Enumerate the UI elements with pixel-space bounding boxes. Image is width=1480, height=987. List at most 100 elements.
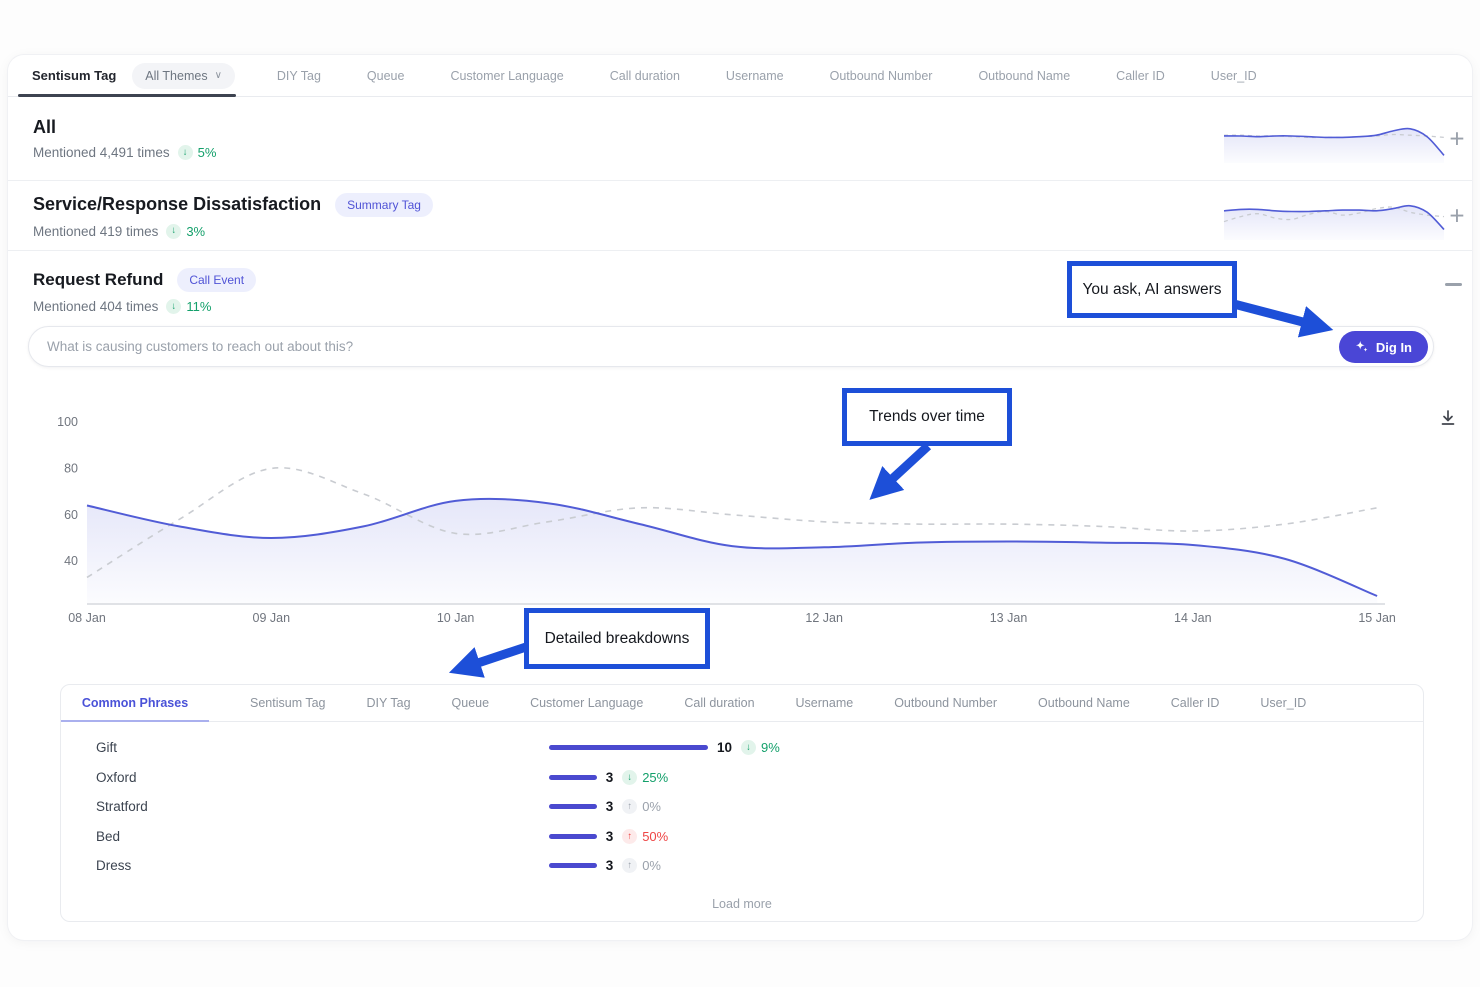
breakdown-tab-customer-language[interactable]: Customer Language bbox=[530, 696, 643, 710]
breakdown-tab-queue[interactable]: Queue bbox=[452, 696, 490, 710]
tag-row-service-response-dissatisfaction[interactable]: Service/Response Dissatisfaction Summary … bbox=[8, 181, 1472, 251]
trend-up-icon: ↑ bbox=[622, 829, 637, 844]
collapse-row-button[interactable] bbox=[1445, 283, 1462, 286]
svg-text:15 Jan: 15 Jan bbox=[1358, 611, 1396, 625]
trend-down-icon: ↓ bbox=[178, 145, 193, 160]
change-chip: ↓ 5% bbox=[178, 145, 217, 160]
trend-up-icon: ↑ bbox=[622, 799, 637, 814]
phrase-count-bar bbox=[549, 804, 597, 809]
change-value: 9% bbox=[761, 740, 780, 755]
tag-row-all[interactable]: All Mentioned 4,491 times ↓ 5% + bbox=[8, 97, 1472, 181]
all-themes-label: All Themes bbox=[145, 69, 207, 83]
mentions-count: Mentioned 419 times bbox=[33, 224, 158, 239]
svg-text:40: 40 bbox=[64, 554, 78, 568]
trend-down-icon: ↓ bbox=[166, 299, 181, 314]
tab-user-id[interactable]: User_ID bbox=[1211, 69, 1257, 83]
change-chip: ↑ 50% bbox=[622, 829, 668, 844]
tab-outbound-name[interactable]: Outbound Name bbox=[978, 69, 1070, 83]
call-event-badge: Call Event bbox=[177, 268, 256, 292]
tab-caller-id[interactable]: Caller ID bbox=[1116, 69, 1165, 83]
change-value: 11% bbox=[186, 299, 211, 314]
annotation-trends-over-time: Trends over time bbox=[842, 388, 1012, 446]
phrase-metrics: 3 ↓ 25% bbox=[549, 770, 668, 785]
expand-row-button[interactable]: + bbox=[1444, 123, 1470, 154]
phrase-metrics: 10↓9% bbox=[549, 740, 780, 755]
breakdown-tab-outbound-number[interactable]: Outbound Number bbox=[894, 696, 997, 710]
change-value: 5% bbox=[198, 145, 217, 160]
trend-down-icon: ↓ bbox=[166, 224, 181, 239]
svg-text:80: 80 bbox=[64, 461, 78, 475]
ai-ask-bar: Dig In bbox=[28, 326, 1434, 367]
change-chip: ↓ 3% bbox=[166, 224, 205, 239]
tab-outbound-number[interactable]: Outbound Number bbox=[830, 69, 933, 83]
phrase-label: Oxford bbox=[96, 770, 137, 785]
chevron-down-icon: ∨ bbox=[215, 70, 222, 81]
change-value: 50% bbox=[642, 829, 668, 844]
row-title: All bbox=[33, 117, 56, 138]
svg-text:13 Jan: 13 Jan bbox=[990, 611, 1028, 625]
tab-queue[interactable]: Queue bbox=[367, 69, 405, 83]
svg-text:10 Jan: 10 Jan bbox=[437, 611, 475, 625]
phrase-count-bar bbox=[549, 775, 597, 780]
expand-row-button[interactable]: + bbox=[1444, 200, 1470, 231]
phrase-count: 3 bbox=[606, 770, 614, 785]
phrase-label: Gift bbox=[96, 740, 117, 755]
tab-sentisum-tag[interactable]: Sentisum Tag bbox=[32, 68, 116, 83]
breakdown-tab-outbound-name[interactable]: Outbound Name bbox=[1038, 696, 1130, 710]
tab-call-duration[interactable]: Call duration bbox=[610, 69, 680, 83]
breakdown-tab-bar: Common Phrases Sentisum Tag DIY Tag Queue C… bbox=[61, 685, 1423, 722]
breakdown-row-dress[interactable]: Dress3↑0% bbox=[61, 851, 1423, 881]
phrase-label: Stratford bbox=[96, 799, 148, 814]
phrase-count: 3 bbox=[606, 829, 614, 844]
phrase-count-bar bbox=[549, 745, 708, 750]
change-value: 0% bbox=[642, 799, 661, 814]
mentions-count: Mentioned 404 times bbox=[33, 299, 158, 314]
breakdown-row-gift[interactable]: Gift10↓9% bbox=[61, 733, 1423, 763]
all-themes-filter[interactable]: All Themes ∨ bbox=[132, 63, 235, 89]
load-more-button[interactable]: Load more bbox=[61, 887, 1423, 921]
top-tab-bar: Sentisum Tag All Themes ∨ DIY Tag Queue Cu… bbox=[8, 55, 1472, 97]
change-value: 0% bbox=[642, 858, 661, 873]
breakdown-row-stratford[interactable]: Stratford3↑0% bbox=[61, 792, 1423, 822]
phrase-metrics: 3 ↑0% bbox=[549, 858, 661, 873]
dig-in-button[interactable]: Dig In bbox=[1339, 331, 1428, 363]
mentions-count: Mentioned 4,491 times bbox=[33, 145, 170, 160]
breakdown-tab-call-duration[interactable]: Call duration bbox=[684, 696, 754, 710]
phrase-metrics: 3↑0% bbox=[549, 799, 661, 814]
tab-username[interactable]: Username bbox=[726, 69, 784, 83]
trend-down-icon: ↓ bbox=[741, 740, 756, 755]
tab-customer-language[interactable]: Customer Language bbox=[450, 69, 563, 83]
breakdown-rows: Gift10↓9%Oxford3↓25%Stratford3↑0%Bed3↑50… bbox=[61, 722, 1423, 881]
breakdown-tab-common-phrases[interactable]: Common Phrases bbox=[61, 685, 209, 721]
svg-text:100: 100 bbox=[57, 415, 78, 429]
svg-text:60: 60 bbox=[64, 508, 78, 522]
download-icon[interactable] bbox=[1438, 408, 1458, 428]
breakdown-tab-diy-tag[interactable]: DIY Tag bbox=[367, 696, 411, 710]
svg-text:08 Jan: 08 Jan bbox=[68, 611, 106, 625]
top-tabs-rest: DIY Tag Queue Customer Language Call durati… bbox=[277, 69, 1303, 83]
sparkline-chart bbox=[1220, 115, 1448, 163]
phrase-metrics: 3 ↑ 50% bbox=[549, 829, 668, 844]
breakdown-tab-caller-id[interactable]: Caller ID bbox=[1171, 696, 1220, 710]
breakdown-tab-user-id[interactable]: User_ID bbox=[1260, 696, 1306, 710]
summary-tag-badge: Summary Tag bbox=[335, 193, 433, 217]
ai-question-input[interactable] bbox=[29, 327, 1433, 366]
tab-diy-tag[interactable]: DIY Tag bbox=[277, 69, 321, 83]
change-chip: ↓ 11% bbox=[166, 299, 211, 314]
change-chip: ↓ 9% bbox=[741, 740, 780, 755]
phrase-label: Bed bbox=[96, 829, 120, 844]
breakdown-row-oxford[interactable]: Oxford 3 ↓ 25% bbox=[61, 763, 1423, 793]
expanded-row-title: Request Refund bbox=[33, 270, 163, 290]
phrase-count: 3 bbox=[606, 858, 614, 873]
breakdown-tab-username[interactable]: Username bbox=[796, 696, 854, 710]
change-value: 25% bbox=[642, 770, 668, 785]
trend-down-icon: ↓ bbox=[622, 770, 637, 785]
breakdown-row-bed[interactable]: Bed 3 ↑ 50% bbox=[61, 822, 1423, 852]
svg-text:09 Jan: 09 Jan bbox=[253, 611, 291, 625]
phrase-count-bar bbox=[549, 863, 597, 868]
change-value: 3% bbox=[186, 224, 205, 239]
row-title: Service/Response Dissatisfaction bbox=[33, 194, 321, 215]
change-chip: ↑0% bbox=[622, 858, 661, 873]
dig-in-label: Dig In bbox=[1376, 340, 1412, 355]
breakdown-tab-sentisum-tag[interactable]: Sentisum Tag bbox=[250, 696, 326, 710]
